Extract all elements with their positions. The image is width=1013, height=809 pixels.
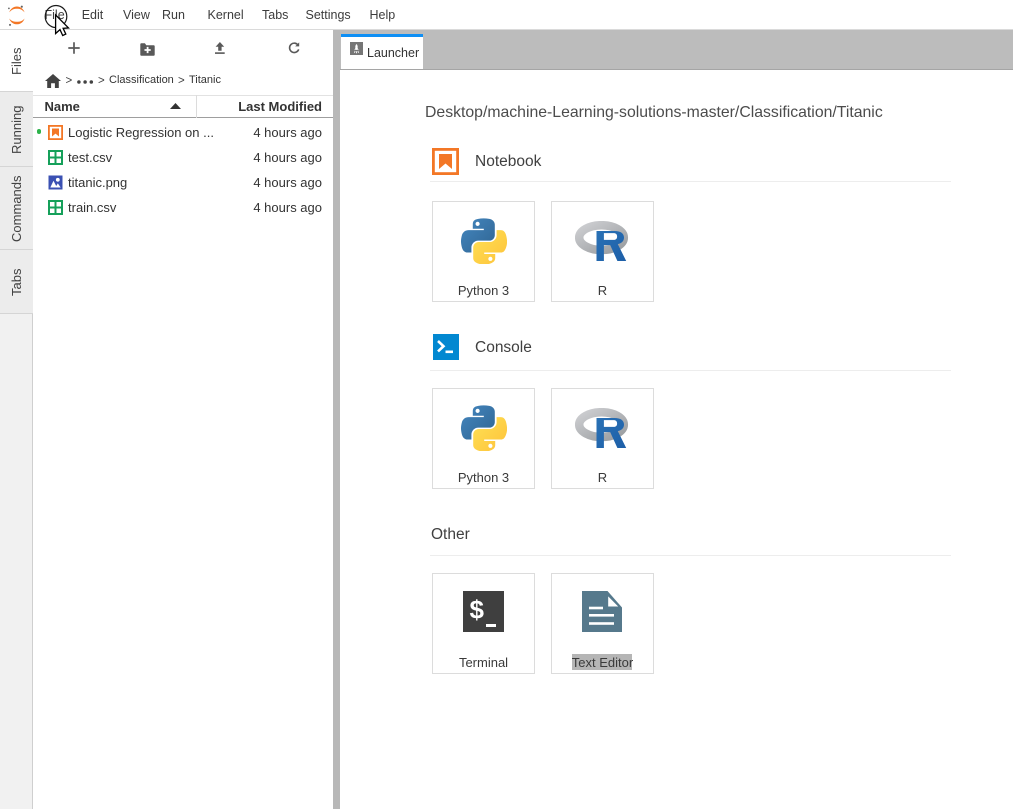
svg-text:$: $ (470, 595, 485, 625)
